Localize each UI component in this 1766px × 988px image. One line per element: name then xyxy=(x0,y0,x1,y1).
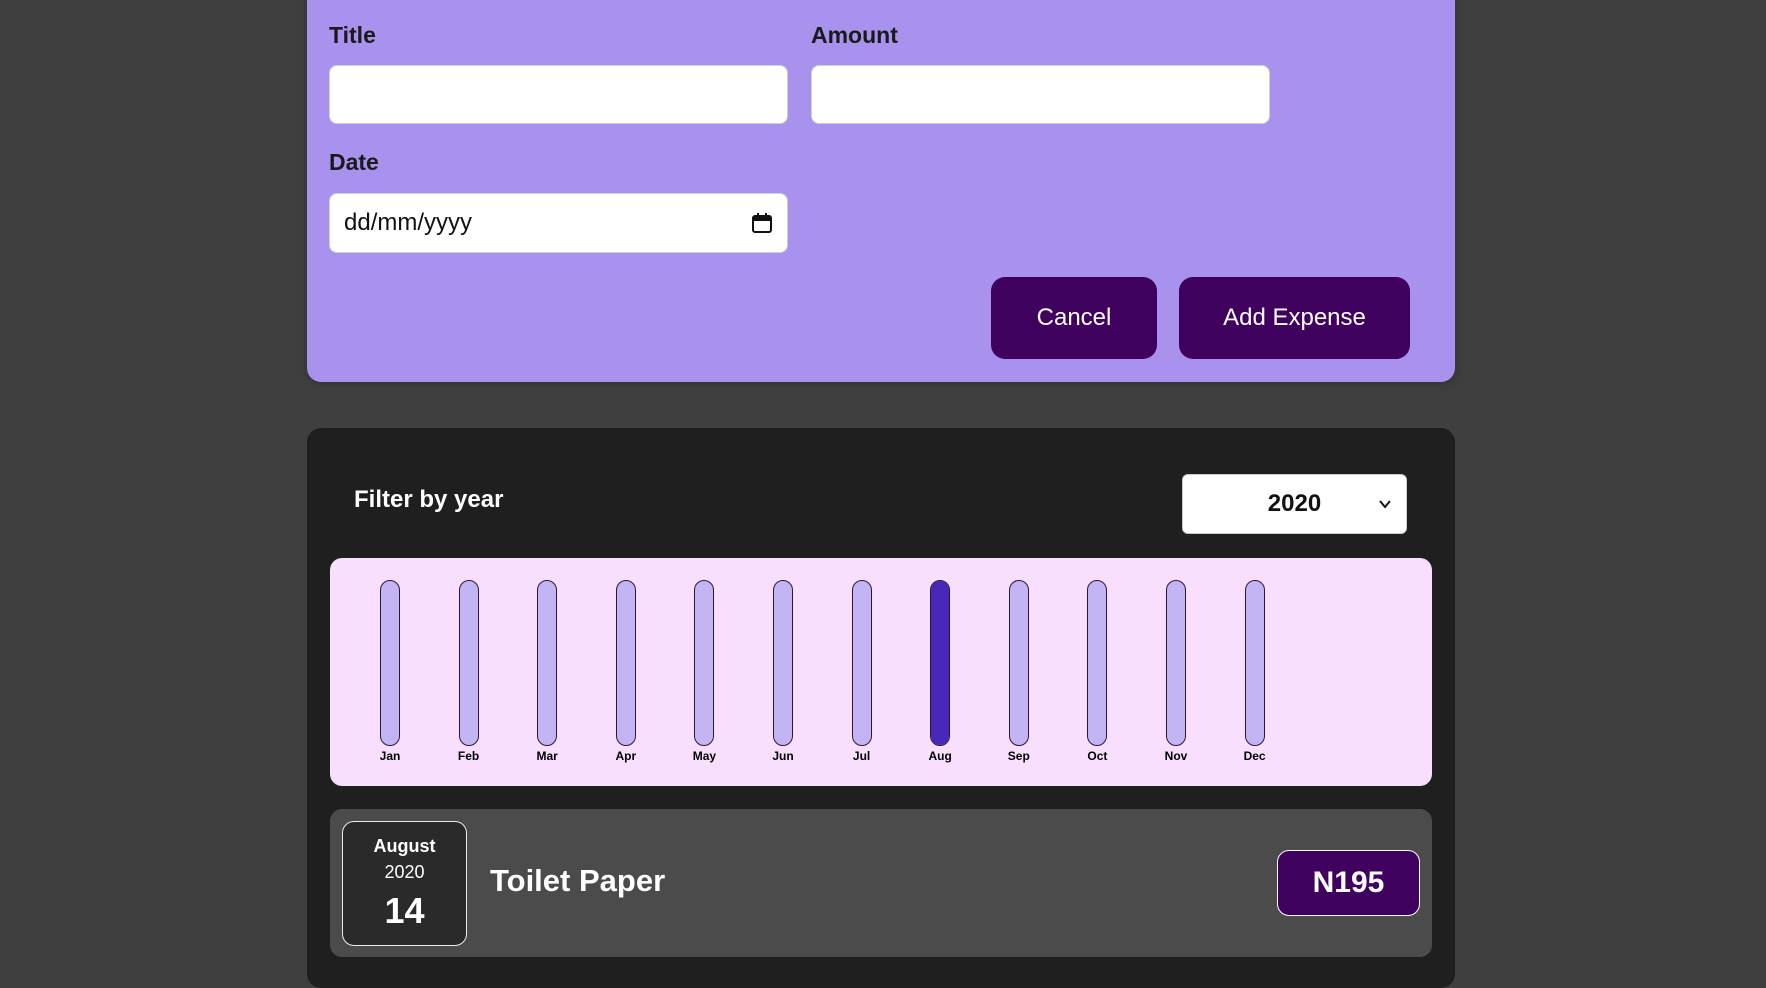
date-placeholder: dd/mm/yyyy xyxy=(344,209,473,236)
chart-bar-label: Feb xyxy=(457,749,480,763)
chart-bar-may: May xyxy=(684,580,724,780)
chart-bar-apr: Apr xyxy=(606,580,646,780)
chart-bar-jan: Jan xyxy=(370,580,410,780)
chart-bar-label: Apr xyxy=(615,749,637,763)
chart-bar-track xyxy=(1166,580,1186,746)
expense-day: 14 xyxy=(384,890,425,931)
chevron-down-icon xyxy=(1379,500,1391,509)
chart-bar-aug: Aug xyxy=(920,580,960,780)
chart-bar-track xyxy=(773,580,793,746)
chart-bar-fill xyxy=(931,581,950,745)
calendar-icon[interactable] xyxy=(751,212,773,234)
chart-bar-label: Mar xyxy=(536,749,558,763)
new-expense-form: Title Amount Date dd/mm/yyyy Cancel Add … xyxy=(307,0,1455,382)
filter-label: Filter by year xyxy=(354,486,504,513)
amount-input[interactable] xyxy=(811,65,1270,124)
expense-title: Toilet Paper xyxy=(490,863,666,898)
expenses-panel: Filter by year 2020 Jan Feb Mar Apr May Jun Ju… xyxy=(307,428,1455,988)
chart-bar-label: Dec xyxy=(1243,749,1266,763)
chart-bar-label: Oct xyxy=(1087,749,1108,763)
chart-bar-track xyxy=(458,580,479,746)
chart-bar-sep: Sep xyxy=(999,580,1039,780)
chart-bar-label: May xyxy=(692,749,717,763)
chart-bar-track xyxy=(1244,580,1265,746)
chart-bar-track xyxy=(1087,580,1108,746)
chart-bar-oct: Oct xyxy=(1077,580,1117,780)
expense-amount: N195 xyxy=(1277,850,1420,916)
expenses-chart: Jan Feb Mar Apr May Jun Jul Aug Sep Oct Nov Dec xyxy=(330,558,1432,786)
chart-bar-track xyxy=(537,580,558,746)
chart-bar-track xyxy=(615,580,636,746)
chart-bar-track xyxy=(930,580,951,746)
expense-date: August 2020 14 xyxy=(342,821,467,946)
cancel-button[interactable]: Cancel xyxy=(991,277,1157,359)
chart-bar-label: Aug xyxy=(928,749,952,763)
chart-bar-label: Jun xyxy=(772,749,794,763)
chart-bar-label: Nov xyxy=(1164,749,1188,763)
expense-month: August xyxy=(373,836,436,856)
chart-bar-label: Sep xyxy=(1007,749,1030,763)
chart-bar-label: Jan xyxy=(379,749,401,763)
chart-bar-nov: Nov xyxy=(1156,580,1196,780)
chart-bar-track xyxy=(851,580,872,746)
chart-bar-jul: Jul xyxy=(842,580,882,780)
chart-bar-mar: Mar xyxy=(527,580,567,780)
expense-year: 2020 xyxy=(384,862,425,882)
add-expense-button[interactable]: Add Expense xyxy=(1179,277,1410,359)
chart-bar-track xyxy=(380,580,400,746)
chart-bar-jun: Jun xyxy=(763,580,803,780)
year-select[interactable]: 2020 xyxy=(1182,474,1407,534)
chart-bar-track xyxy=(694,580,715,746)
chart-bar-feb: Feb xyxy=(449,580,489,780)
chart-bar-track xyxy=(1008,580,1029,746)
selected-year: 2020 xyxy=(1267,490,1322,517)
title-label: Title xyxy=(329,22,376,48)
title-input[interactable] xyxy=(329,65,788,124)
expense-item: August 2020 14 Toilet Paper N195 xyxy=(330,809,1432,957)
chart-bar-label: Jul xyxy=(852,749,871,763)
amount-label: Amount xyxy=(811,22,898,48)
date-input[interactable]: dd/mm/yyyy xyxy=(329,193,788,253)
date-label: Date xyxy=(329,149,379,175)
chart-bar-dec: Dec xyxy=(1235,580,1275,780)
